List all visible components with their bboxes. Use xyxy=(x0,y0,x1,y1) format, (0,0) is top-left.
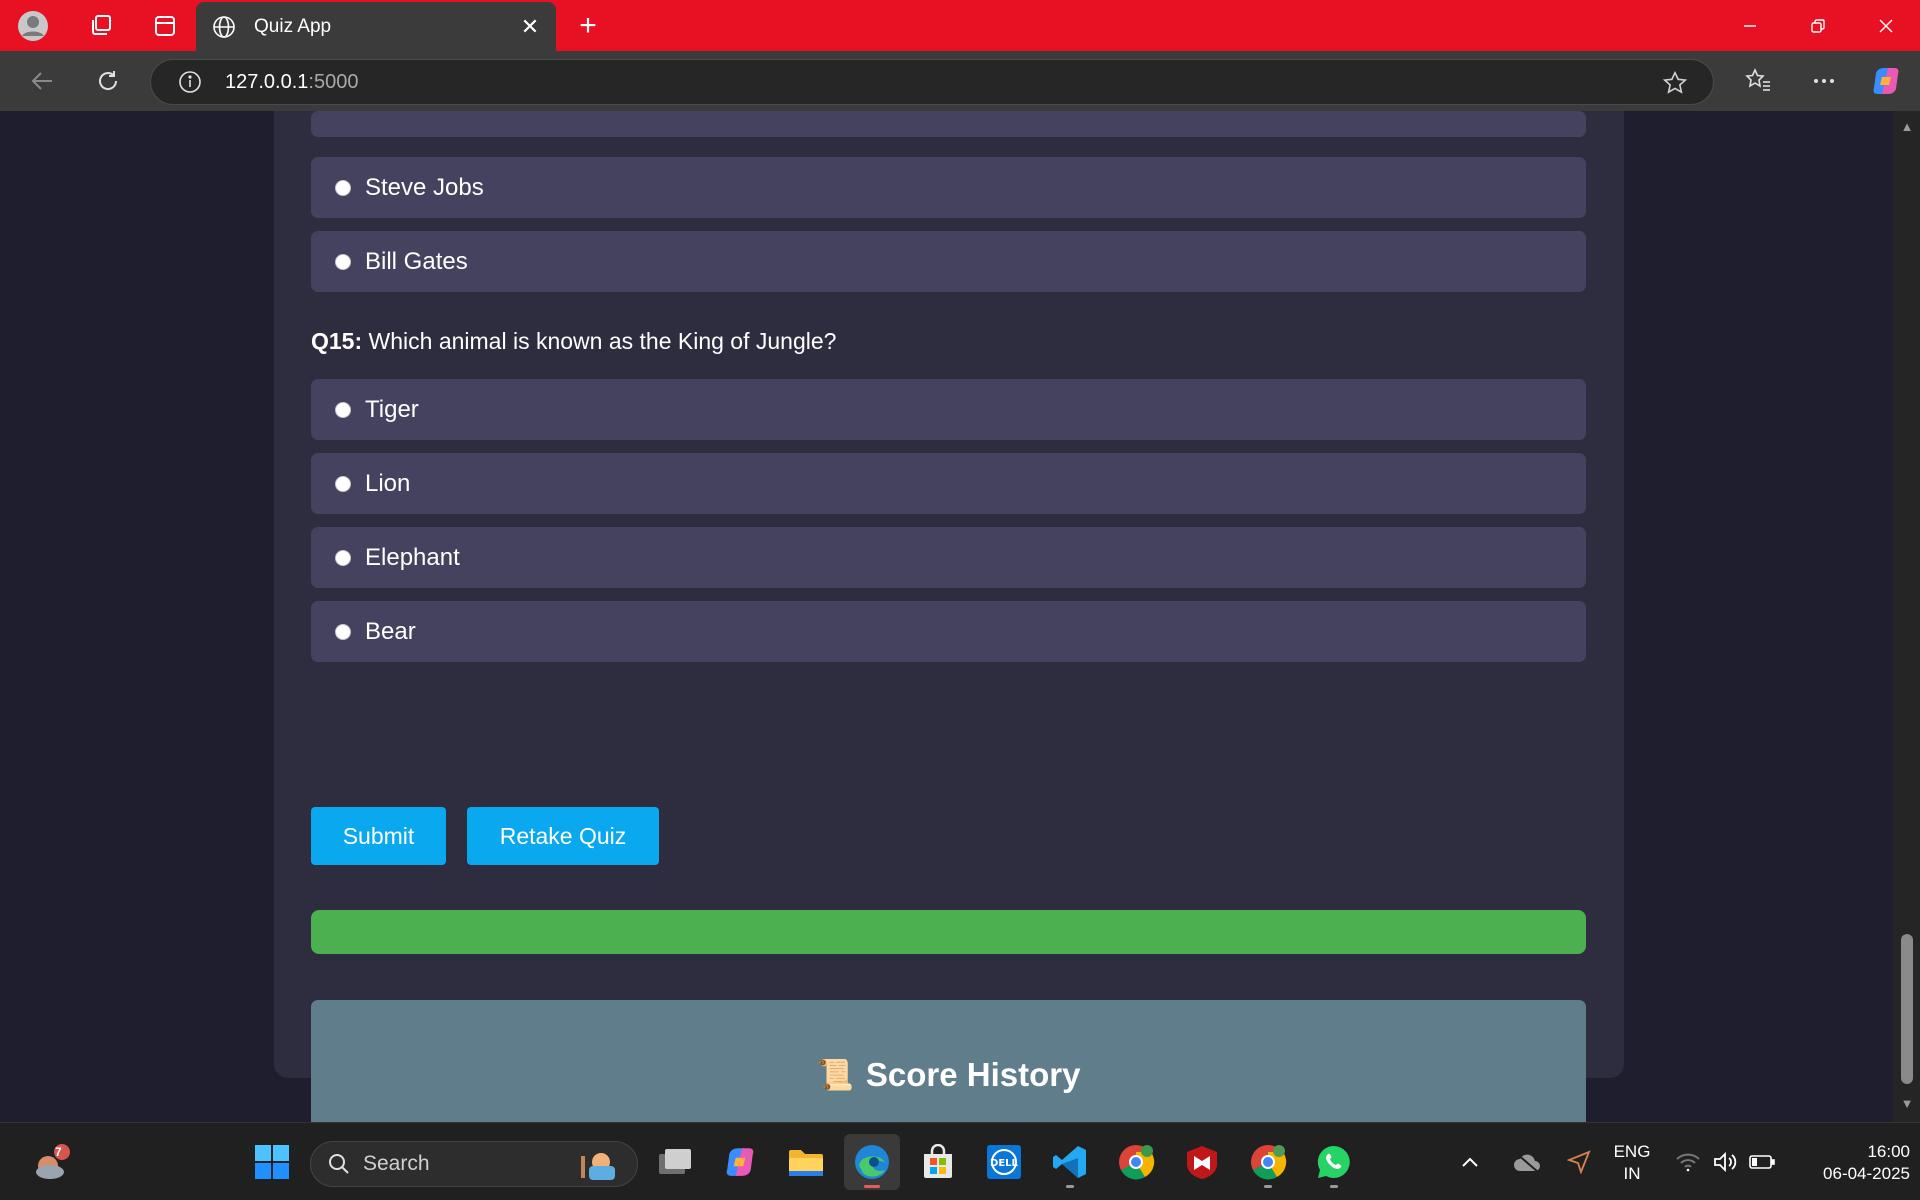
quiz-option[interactable]: Bear xyxy=(311,601,1586,662)
url-text: 127.0.0.1:5000 xyxy=(225,71,358,94)
quiz-option[interactable]: Lion xyxy=(311,453,1586,514)
progress-bar xyxy=(311,910,1586,954)
reload-icon[interactable] xyxy=(84,57,132,105)
svg-text:DELL: DELL xyxy=(990,1158,1019,1169)
search-highlight-icon xyxy=(575,1148,619,1188)
minimize-button[interactable] xyxy=(1716,0,1784,51)
scroll-icon: 📜 xyxy=(816,1058,854,1092)
tab-title: Quiz App xyxy=(254,15,332,37)
volume-icon[interactable] xyxy=(1706,1134,1746,1190)
scroll-thumb[interactable] xyxy=(1901,934,1913,1084)
option-label: Elephant xyxy=(365,543,460,571)
profile-avatar-icon[interactable] xyxy=(12,5,54,47)
lang-line2: IN xyxy=(1623,1164,1641,1183)
question-q15: Q15: Which animal is known as the King o… xyxy=(311,328,836,355)
weather-badge: 7 xyxy=(55,1145,62,1159)
restore-button[interactable] xyxy=(1784,0,1852,51)
quiz-option[interactable]: Tiger xyxy=(311,379,1586,440)
location-arrow-icon[interactable] xyxy=(1557,1134,1601,1190)
chrome-profile-icon[interactable] xyxy=(1240,1134,1296,1190)
score-history-panel: 📜 Score History xyxy=(311,1000,1586,1122)
scroll-down-icon[interactable]: ▼ xyxy=(1899,1096,1915,1112)
tab-actions-icon[interactable] xyxy=(144,5,186,47)
edge-icon[interactable] xyxy=(844,1134,900,1190)
close-tab-icon[interactable]: ✕ xyxy=(512,9,548,45)
quiz-option[interactable]: Steve Jobs xyxy=(311,157,1586,218)
submit-button[interactable]: Submit xyxy=(311,807,446,865)
close-window-button[interactable] xyxy=(1852,0,1920,51)
radio-button[interactable] xyxy=(335,401,351,418)
option-label: Lion xyxy=(365,469,411,497)
option-label: Bill Gates xyxy=(365,247,468,275)
search-placeholder: Search xyxy=(363,1152,430,1175)
wifi-icon[interactable] xyxy=(1668,1134,1708,1190)
url-host: 127.0.0.1 xyxy=(225,70,309,93)
back-arrow-icon[interactable] xyxy=(18,57,66,105)
question-text: Which animal is known as the King of Jun… xyxy=(368,328,837,354)
browser-toolbar: 127.0.0.1:5000 xyxy=(0,51,1920,111)
running-indicator xyxy=(1264,1185,1272,1188)
scroll-up-icon[interactable]: ▲ xyxy=(1899,119,1915,135)
clock[interactable]: 16:00 06-04-2025 xyxy=(1790,1141,1910,1185)
quiz-option-cutoff[interactable] xyxy=(311,111,1586,137)
running-indicator xyxy=(1066,1185,1074,1188)
tab-quiz-app[interactable]: Quiz App ✕ xyxy=(196,2,556,51)
url-port: :5000 xyxy=(308,70,359,93)
retake-quiz-button[interactable]: Retake Quiz xyxy=(467,807,659,865)
copilot-taskbar-icon[interactable] xyxy=(712,1134,768,1190)
quiz-option[interactable]: Elephant xyxy=(311,527,1586,588)
copilot-icon[interactable] xyxy=(1862,57,1910,105)
search-icon xyxy=(329,1154,349,1174)
option-label: Bear xyxy=(365,617,416,645)
show-hidden-icons-chevron-icon[interactable] xyxy=(1450,1134,1490,1190)
whatsapp-icon[interactable] xyxy=(1306,1134,1362,1190)
weather-icon[interactable]: 7 xyxy=(22,1134,78,1190)
quiz-option[interactable]: Bill Gates xyxy=(311,231,1586,292)
new-tab-button[interactable]: + xyxy=(568,6,608,46)
clock-time: 16:00 xyxy=(1867,1142,1910,1161)
more-options-icon[interactable] xyxy=(1800,57,1848,105)
radio-button[interactable] xyxy=(335,179,351,196)
windows-start-icon[interactable] xyxy=(244,1134,300,1190)
address-bar[interactable]: 127.0.0.1:5000 xyxy=(150,59,1714,105)
dell-icon[interactable]: DELL xyxy=(976,1134,1032,1190)
chrome-icon[interactable] xyxy=(1108,1134,1164,1190)
windows-taskbar: 7 Search DELL ENG IN 16:00 06-04-2025 xyxy=(0,1122,1920,1200)
microsoft-store-icon[interactable] xyxy=(910,1134,966,1190)
page-scrollbar[interactable]: ▲ ▼ xyxy=(1893,111,1920,1122)
option-label: Steve Jobs xyxy=(365,173,484,201)
file-explorer-icon[interactable] xyxy=(778,1134,834,1190)
workspaces-icon[interactable] xyxy=(80,5,122,47)
globe-icon xyxy=(206,9,242,45)
vscode-icon[interactable] xyxy=(1042,1134,1098,1190)
favorites-icon[interactable] xyxy=(1734,57,1782,105)
taskbar-search[interactable]: Search xyxy=(310,1141,638,1187)
page-viewport: Steve Jobs Bill Gates Q15: Which animal … xyxy=(0,111,1893,1122)
active-indicator xyxy=(864,1185,880,1188)
question-number: Q15: xyxy=(311,328,363,354)
battery-icon[interactable] xyxy=(1742,1134,1782,1190)
quiz-card: Steve Jobs Bill Gates Q15: Which animal … xyxy=(274,111,1624,1122)
task-view-icon[interactable] xyxy=(647,1134,703,1190)
language-indicator[interactable]: ENG IN xyxy=(1604,1141,1660,1185)
mcafee-icon[interactable] xyxy=(1174,1134,1230,1190)
lang-line1: ENG xyxy=(1613,1142,1651,1161)
favorite-star-icon[interactable] xyxy=(1659,67,1691,99)
running-indicator xyxy=(1330,1185,1338,1188)
site-info-icon[interactable] xyxy=(175,67,205,97)
score-history-title: Score History xyxy=(865,1056,1081,1093)
radio-button[interactable] xyxy=(335,549,351,566)
option-label: Tiger xyxy=(365,395,419,423)
radio-button[interactable] xyxy=(335,623,351,640)
radio-button[interactable] xyxy=(335,253,351,270)
clock-date: 06-04-2025 xyxy=(1823,1164,1910,1183)
radio-button[interactable] xyxy=(335,475,351,492)
onedrive-offline-icon[interactable] xyxy=(1505,1134,1549,1190)
